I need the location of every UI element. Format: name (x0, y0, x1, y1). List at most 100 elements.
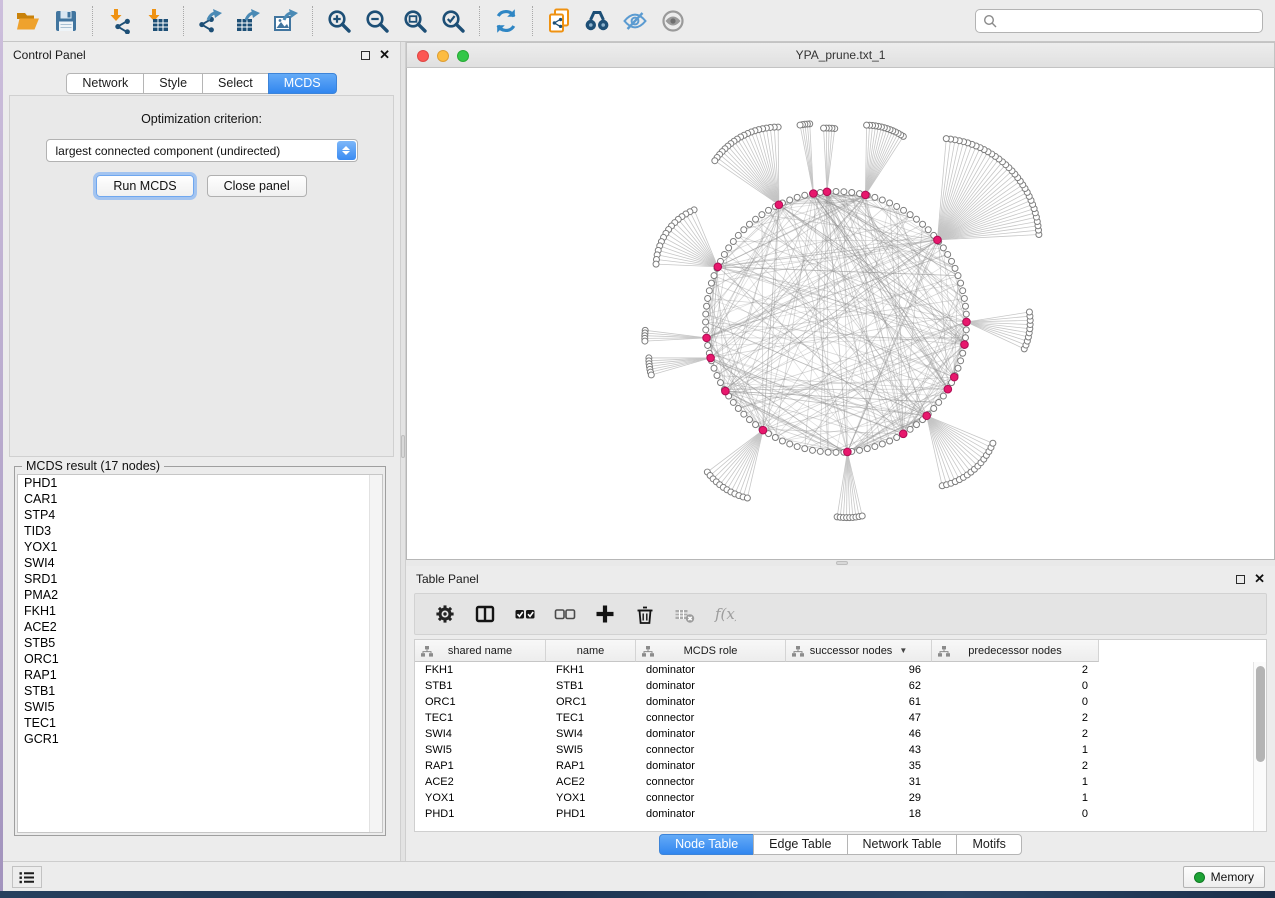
control-panel-title: Control Panel (13, 48, 86, 62)
network-search-box[interactable] (975, 9, 1263, 33)
tab-network-table[interactable]: Network Table (847, 834, 958, 855)
table-row[interactable]: STB1STB1dominator620 (415, 678, 1266, 694)
select-all-icon[interactable] (507, 597, 543, 631)
toolbar-separator (479, 6, 480, 36)
table-row[interactable]: SWI5SWI5connector431 (415, 742, 1266, 758)
settings-icon[interactable] (427, 597, 463, 631)
column-header-predecessor-nodes[interactable]: predecessor nodes (932, 640, 1099, 662)
window-close-traffic-light[interactable] (417, 50, 429, 62)
search-input[interactable] (997, 12, 1262, 30)
close-panel-button[interactable]: Close panel (207, 175, 307, 197)
table-row[interactable]: RAP1RAP1dominator352 (415, 758, 1266, 774)
tab-network[interactable]: Network (66, 73, 144, 94)
table-cell: TEC1 (415, 710, 546, 726)
mcds-result-item[interactable]: PHD1 (18, 475, 382, 491)
memory-button[interactable]: Memory (1183, 866, 1265, 888)
show-graphics-details-icon[interactable] (654, 3, 692, 39)
mcds-result-item[interactable]: STP4 (18, 507, 382, 523)
mcds-result-item[interactable]: SWI4 (18, 555, 382, 571)
column-header-shared-name[interactable]: shared name (415, 640, 546, 662)
hide-graphics-details-icon[interactable] (616, 3, 654, 39)
vertical-splitter-handle[interactable] (401, 435, 405, 458)
tab-node-table[interactable]: Node Table (659, 834, 754, 855)
table-cell: PHD1 (546, 806, 636, 822)
mcds-result-item[interactable]: RAP1 (18, 667, 382, 683)
mcds-result-item[interactable]: STB1 (18, 683, 382, 699)
close-table-panel-icon[interactable]: ✕ (1254, 574, 1265, 584)
table-row[interactable]: YOX1YOX1connector291 (415, 790, 1266, 806)
mcds-result-item[interactable]: ACE2 (18, 619, 382, 635)
table-scrollbar-thumb[interactable] (1256, 666, 1265, 762)
window-minimize-traffic-light[interactable] (437, 50, 449, 62)
mcds-result-item[interactable]: SRD1 (18, 571, 382, 587)
cytoscape-app-window: Control Panel ✕ NetworkStyleSelectMCDS O… (3, 0, 1275, 891)
mcds-result-list[interactable]: PHD1CAR1STP4TID3YOX1SWI4SRD1PMA2FKH1ACE2… (17, 474, 383, 833)
export-image-icon[interactable] (267, 3, 305, 39)
task-history-button[interactable] (12, 866, 42, 888)
clone-network-icon[interactable] (540, 3, 578, 39)
mcds-result-item[interactable]: CAR1 (18, 491, 382, 507)
mcds-result-item[interactable]: SWI5 (18, 699, 382, 715)
table-row[interactable]: PHD1PHD1dominator180 (415, 806, 1266, 822)
zoom-out-icon[interactable] (358, 3, 396, 39)
sort-indicator-icon: ▼ (899, 646, 907, 655)
table-row[interactable]: SWI4SWI4dominator462 (415, 726, 1266, 742)
table-toolbar: f(x) (414, 593, 1267, 635)
table-cell: ACE2 (415, 774, 546, 790)
mcds-result-item[interactable]: TID3 (18, 523, 382, 539)
control-panel: Control Panel ✕ NetworkStyleSelectMCDS O… (3, 42, 400, 861)
add-column-icon[interactable] (587, 597, 623, 631)
table-cell: 31 (786, 774, 932, 790)
import-table-icon[interactable] (138, 3, 176, 39)
deselect-all-icon[interactable] (547, 597, 583, 631)
tab-motifs[interactable]: Motifs (956, 834, 1021, 855)
column-header-MCDS-role[interactable]: MCDS role (636, 640, 786, 662)
search-network-icon[interactable] (578, 3, 616, 39)
table-row[interactable]: FKH1FKH1dominator962 (415, 662, 1266, 678)
tab-mcds[interactable]: MCDS (268, 73, 337, 94)
export-table-icon[interactable] (229, 3, 267, 39)
refresh-view-icon[interactable] (487, 3, 525, 39)
window-zoom-traffic-light[interactable] (457, 50, 469, 62)
close-panel-icon[interactable]: ✕ (379, 50, 390, 60)
column-type-icon (792, 646, 804, 657)
mcds-result-item[interactable]: YOX1 (18, 539, 382, 555)
mcds-result-item[interactable]: TEC1 (18, 715, 382, 731)
optimization-criterion-select[interactable]: largest connected component (undirected) (46, 139, 358, 162)
main-toolbar (3, 0, 1275, 42)
mcds-result-item[interactable]: STB5 (18, 635, 382, 651)
import-network-icon[interactable] (100, 3, 138, 39)
zoom-selected-icon[interactable] (434, 3, 472, 39)
column-header-name[interactable]: name (546, 640, 636, 662)
zoom-fit-icon[interactable] (396, 3, 434, 39)
mcds-result-item[interactable]: FKH1 (18, 603, 382, 619)
tab-edge-table[interactable]: Edge Table (753, 834, 847, 855)
export-network-icon[interactable] (191, 3, 229, 39)
network-graph[interactable] (407, 68, 1274, 558)
horizontal-splitter-handle[interactable] (836, 561, 848, 565)
run-mcds-button[interactable]: Run MCDS (96, 175, 193, 197)
table-row[interactable]: ACE2ACE2connector311 (415, 774, 1266, 790)
save-session-icon[interactable] (47, 3, 85, 39)
open-file-icon[interactable] (9, 3, 47, 39)
column-browser-icon[interactable] (467, 597, 503, 631)
column-header-successor-nodes[interactable]: successor nodes▼ (786, 640, 932, 662)
svg-text:f(x): f(x) (714, 605, 736, 623)
table-row[interactable]: TEC1TEC1connector472 (415, 710, 1266, 726)
tab-style[interactable]: Style (143, 73, 203, 94)
float-panel-icon[interactable] (361, 51, 370, 60)
mcds-result-item[interactable]: GCR1 (18, 731, 382, 747)
float-table-panel-icon[interactable] (1236, 575, 1245, 584)
network-canvas[interactable] (406, 68, 1275, 560)
zoom-in-icon[interactable] (320, 3, 358, 39)
table-row[interactable]: ORC1ORC1dominator610 (415, 694, 1266, 710)
tab-select[interactable]: Select (202, 73, 269, 94)
table-cell: FKH1 (546, 662, 636, 678)
table-scrollbar[interactable] (1253, 662, 1266, 831)
delete-column-icon[interactable] (627, 597, 663, 631)
mcds-list-scrollbar[interactable] (369, 475, 382, 832)
desktop-wallpaper-bottom (0, 891, 1275, 898)
mcds-result-item[interactable]: PMA2 (18, 587, 382, 603)
mcds-result-item[interactable]: ORC1 (18, 651, 382, 667)
mcds-result-title: MCDS result (17 nodes) (22, 459, 164, 473)
